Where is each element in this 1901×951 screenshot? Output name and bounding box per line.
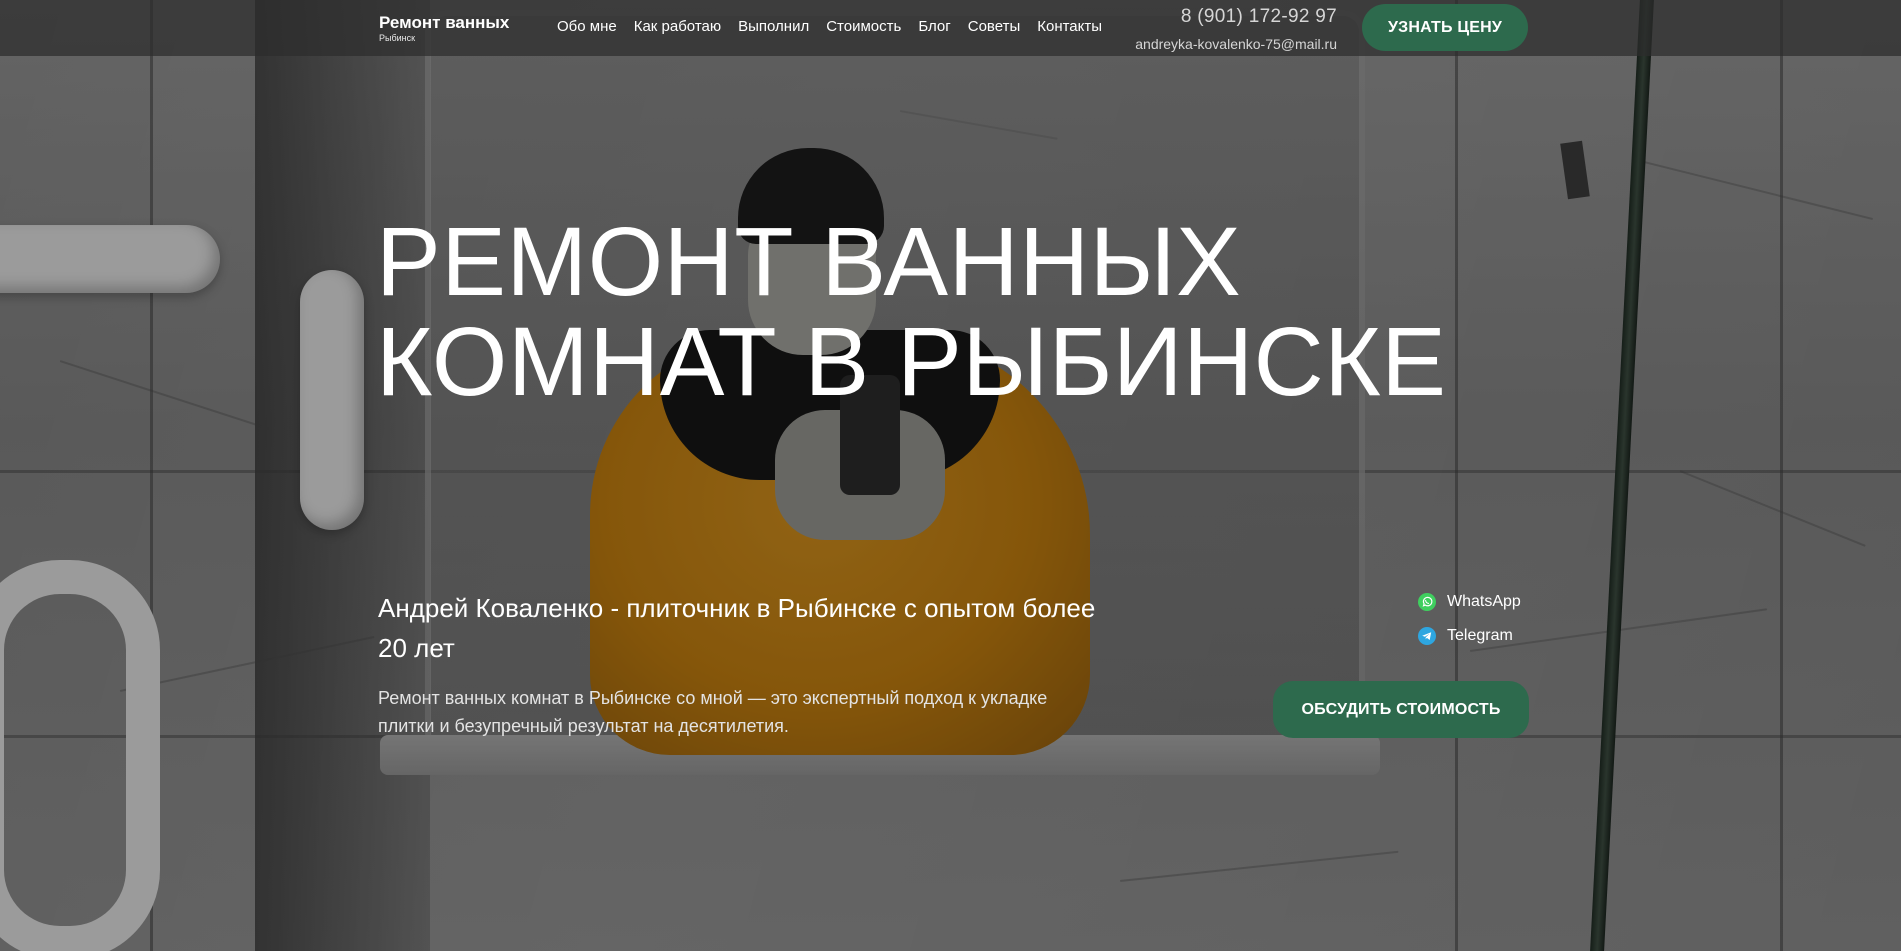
discuss-price-button[interactable]: ОБСУДИТЬ СТОИМОСТЬ <box>1273 681 1529 738</box>
whatsapp-label: WhatsApp <box>1447 593 1521 610</box>
telegram-label: Telegram <box>1447 627 1513 644</box>
nav-item-about[interactable]: Обо мне <box>557 17 617 37</box>
hero-subtitle: Андрей Коваленко - плиточник в Рыбинске … <box>378 593 1096 663</box>
nav-item-tips[interactable]: Советы <box>968 17 1020 37</box>
dark-overlay <box>0 0 1901 951</box>
telegram-icon <box>1418 627 1436 645</box>
email-link[interactable]: andreyka-kovalenko-75@mail.ru <box>1135 35 1337 53</box>
whatsapp-icon <box>1418 593 1436 611</box>
nav-item-portfolio[interactable]: Выполнил <box>738 17 809 37</box>
nav-item-prices[interactable]: Стоимость <box>826 17 901 37</box>
nav-item-contacts[interactable]: Контакты <box>1037 17 1102 37</box>
logo-subtitle: Рыбинск <box>379 33 416 43</box>
hero-title-line-2: КОМНАТ В РЫБИНСКЕ <box>376 307 1447 416</box>
header-contacts: 8 (901) 172-92 97 andreyka-kovalenko-75@… <box>1135 5 1337 53</box>
phone-link[interactable]: 8 (901) 172-92 97 <box>1135 5 1337 29</box>
telegram-link[interactable]: Telegram <box>1418 626 1521 646</box>
hero-description: Ремонт ванных комнат в Рыбинске со мной … <box>378 688 1048 736</box>
logo[interactable]: Ремонт ванных Рыбинск <box>379 13 509 43</box>
nav-item-how-i-work[interactable]: Как работаю <box>634 17 721 37</box>
site-header: Ремонт ванных Рыбинск Обо мне Как работа… <box>0 0 1901 56</box>
get-price-button[interactable]: УЗНАТЬ ЦЕНУ <box>1362 4 1528 51</box>
messenger-links: WhatsApp Telegram <box>1418 592 1521 660</box>
whatsapp-link[interactable]: WhatsApp <box>1418 592 1521 612</box>
logo-title: Ремонт ванных <box>379 13 510 32</box>
nav-item-blog[interactable]: Блог <box>918 17 950 37</box>
hero-title-line-1: РЕМОНТ ВАННЫХ <box>376 207 1242 316</box>
hero-title: РЕМОНТ ВАННЫХ КОМНАТ В РЫБИНСКЕ <box>376 212 1576 412</box>
main-nav: Обо мне Как работаю Выполнил Стоимость Б… <box>557 17 1119 37</box>
hero-background-photo <box>0 0 1901 951</box>
